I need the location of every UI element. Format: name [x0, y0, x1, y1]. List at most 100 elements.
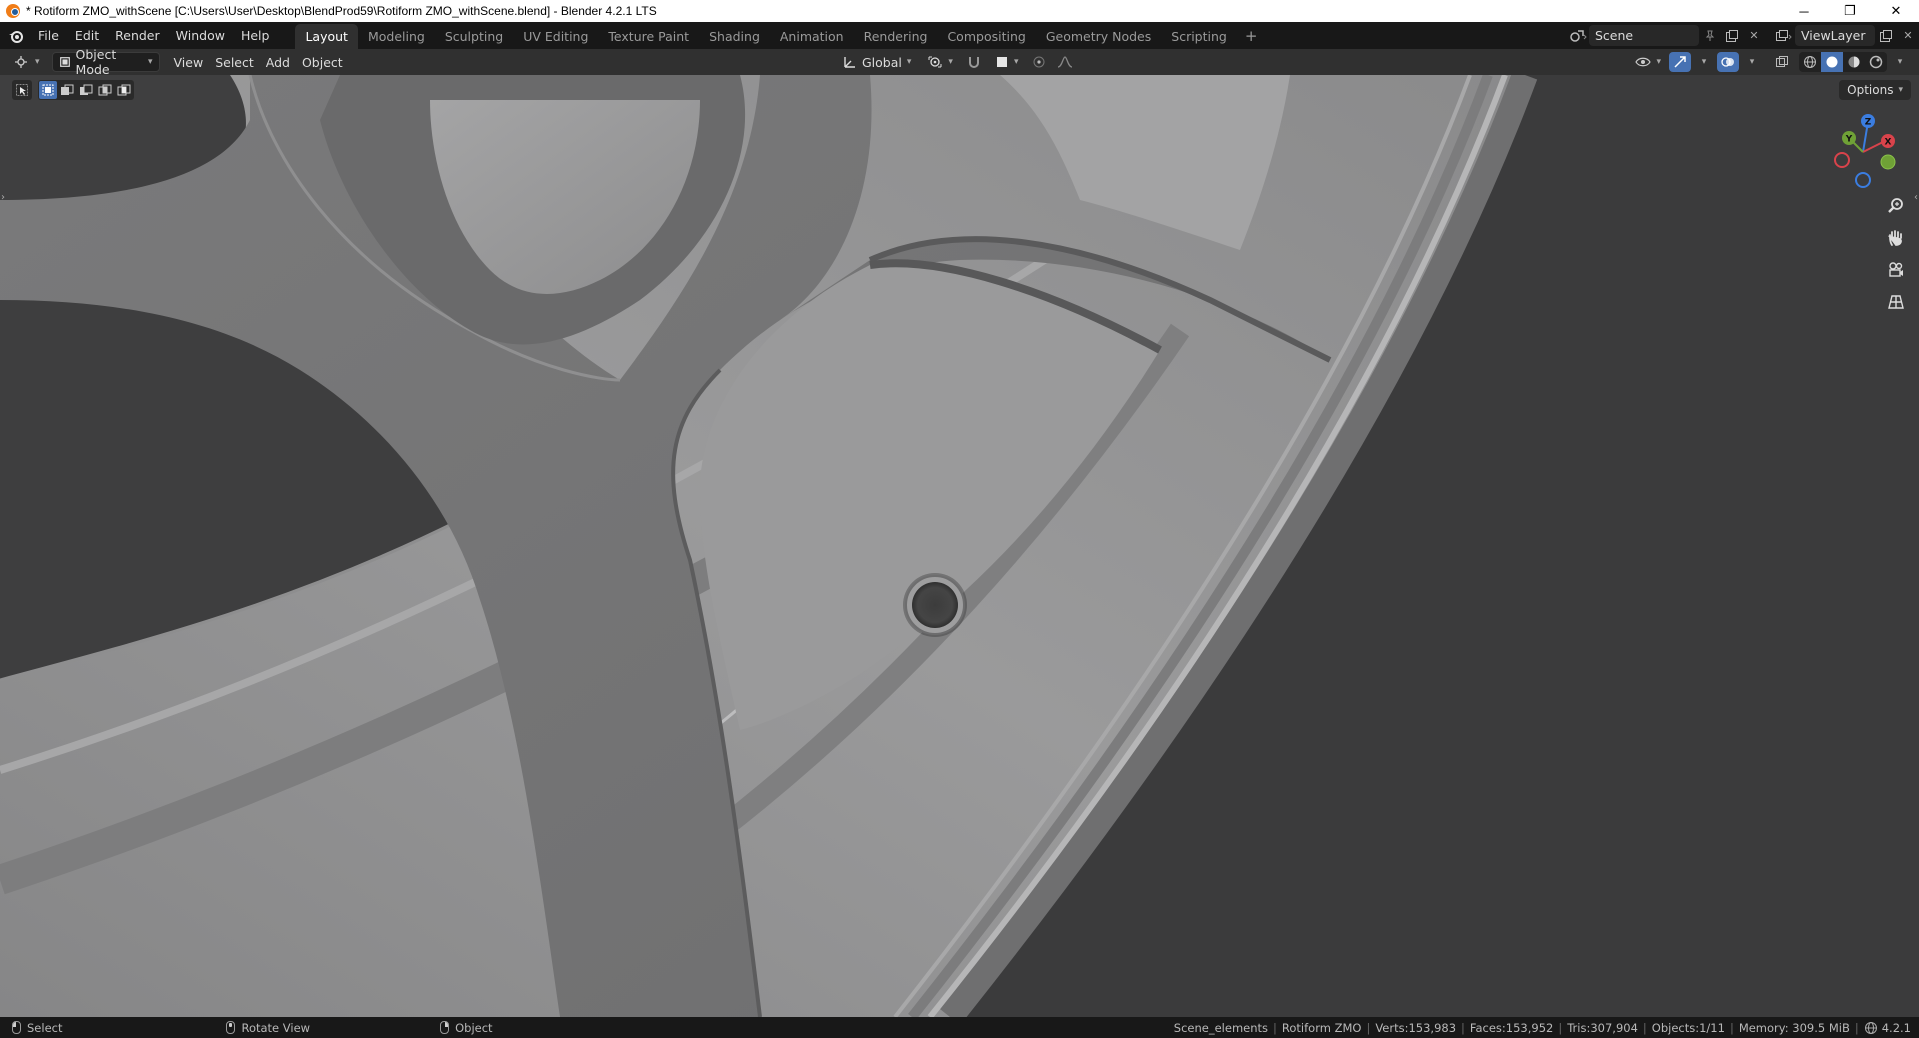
menu-add[interactable]: Add	[260, 52, 296, 72]
tab-rendering[interactable]: Rendering	[854, 24, 938, 49]
snap-toggle-icon[interactable]	[963, 52, 985, 72]
overlays-dropdown[interactable]: ▾	[1741, 52, 1763, 72]
xray-toggle-icon[interactable]	[1771, 52, 1793, 72]
mouse-left-icon	[12, 1021, 21, 1034]
select-new-icon[interactable]	[39, 81, 57, 99]
viewport-navigation-buttons	[1883, 193, 1909, 315]
blender-app-icon	[6, 4, 20, 18]
mouse-right-icon	[440, 1021, 450, 1034]
transform-orientation-dropdown[interactable]: Global ▾	[836, 52, 917, 72]
tab-scripting[interactable]: Scripting	[1161, 24, 1237, 49]
delete-scene-icon[interactable]: ✕	[1743, 25, 1765, 46]
menu-view[interactable]: View	[168, 52, 210, 72]
shading-options-dropdown[interactable]: ▾	[1889, 52, 1911, 72]
selection-mode-group	[38, 80, 134, 100]
tab-compositing[interactable]: Compositing	[937, 24, 1035, 49]
chevron-down-icon: ▾	[35, 57, 40, 67]
zoom-icon[interactable]	[1883, 193, 1909, 219]
stat-objects: Objects:1/11	[1651, 1020, 1725, 1035]
scene-name-field[interactable]: Scene	[1589, 25, 1699, 46]
shading-mode-group	[1799, 52, 1887, 72]
pivot-point-dropdown[interactable]: ▾	[921, 52, 959, 72]
options-dropdown[interactable]: Options ▾	[1839, 80, 1911, 100]
proportional-falloff-icon[interactable]	[1054, 52, 1076, 72]
tab-layout[interactable]: Layout	[295, 24, 358, 49]
object-mode-icon	[59, 57, 70, 67]
tab-modeling[interactable]: Modeling	[358, 24, 435, 49]
menu-select[interactable]: Select	[209, 52, 260, 72]
gizmo-y-label: Y	[1845, 135, 1853, 145]
workspace-tabs: Layout Modeling Sculpting UV Editing Tex…	[295, 22, 1265, 49]
viewport-header: ▾ Object Mode ▾ View Select Add Object G…	[0, 47, 1919, 77]
chevron-down-icon: ▾	[948, 57, 953, 67]
3d-viewport[interactable]: › ‹	[0, 75, 1919, 1017]
tab-sculpting[interactable]: Sculpting	[435, 24, 513, 49]
status-hint-rotate: Rotate View	[226, 1021, 310, 1035]
viewport-display-controls: ▾ ▾ ▾ ▾	[1629, 52, 1911, 72]
show-overlays-toggle-icon[interactable]	[1717, 52, 1739, 72]
show-gizmo-toggle-icon[interactable]	[1669, 52, 1691, 72]
pivot-point-icon	[928, 56, 942, 68]
add-workspace-button[interactable]: +	[1237, 24, 1266, 49]
stat-active-object: Rotiform ZMO	[1281, 1020, 1362, 1035]
toolbar-expand-arrow-icon[interactable]: ›	[1, 192, 5, 203]
rendered-shading-icon[interactable]	[1865, 52, 1887, 72]
select-tool-icon[interactable]	[12, 80, 32, 100]
delete-view-layer-icon[interactable]: ✕	[1897, 25, 1919, 46]
new-scene-icon[interactable]	[1721, 25, 1743, 46]
pin-scene-icon[interactable]	[1699, 25, 1721, 46]
window-title: * Rotiform ZMO_withScene [C:\Users\User\…	[26, 4, 657, 18]
chevron-down-icon: ▾	[906, 57, 912, 67]
pan-hand-icon[interactable]	[1883, 225, 1909, 251]
gizmo-dropdown[interactable]: ▾	[1693, 52, 1715, 72]
tab-texture-paint[interactable]: Texture Paint	[598, 24, 699, 49]
menu-edit[interactable]: Edit	[67, 25, 107, 47]
status-hint-select: Select	[12, 1021, 62, 1035]
stat-memory: Memory: 309.5 MiB	[1738, 1020, 1850, 1035]
proportional-editing-icon[interactable]	[1028, 52, 1050, 72]
gizmo-neg-z[interactable]	[1855, 172, 1871, 188]
chevron-down-icon: ▾	[1898, 85, 1903, 95]
view-layer-field[interactable]: ViewLayer	[1795, 25, 1875, 46]
tab-geometry-nodes[interactable]: Geometry Nodes	[1036, 24, 1161, 49]
object-mode-dropdown[interactable]: Object Mode ▾	[51, 47, 160, 77]
tab-shading[interactable]: Shading	[699, 24, 770, 49]
transform-orientation-label: Global	[862, 54, 902, 70]
scene-name: Scene	[1595, 28, 1634, 43]
gizmo-neg-y[interactable]	[1880, 154, 1896, 170]
select-subtract-icon[interactable]	[77, 81, 95, 99]
minimize-button[interactable]: ─	[1781, 0, 1827, 22]
tab-animation[interactable]: Animation	[770, 24, 854, 49]
menu-render[interactable]: Render	[107, 25, 168, 47]
gizmo-x-label: X	[1885, 138, 1892, 148]
tab-uv-editing[interactable]: UV Editing	[513, 24, 598, 49]
perspective-ortho-grid-icon[interactable]	[1883, 289, 1909, 315]
menu-help[interactable]: Help	[233, 25, 278, 47]
selectability-visibility-dropdown[interactable]: ▾	[1629, 52, 1667, 72]
blender-logo-icon[interactable]	[2, 22, 30, 49]
close-button[interactable]: ✕	[1873, 0, 1919, 22]
stat-tris: Tris:307,904	[1567, 1020, 1638, 1035]
object-mode-label: Object Mode	[75, 47, 117, 77]
gizmo-neg-x[interactable]	[1834, 152, 1850, 168]
material-preview-shading-icon[interactable]	[1843, 52, 1865, 72]
editor-type-button[interactable]: ▾	[8, 52, 46, 72]
status-object-label: Object	[455, 1020, 493, 1035]
navigation-gizmo[interactable]: Z X Y	[1828, 112, 1898, 192]
view-layer-icon[interactable]	[1773, 25, 1795, 46]
snap-target-dropdown[interactable]: ▾	[989, 52, 1025, 72]
menu-window[interactable]: Window	[168, 25, 233, 47]
scene-type-icon[interactable]	[1567, 25, 1589, 46]
select-invert-icon[interactable]	[96, 81, 114, 99]
select-intersect-icon[interactable]	[115, 81, 133, 99]
wireframe-shading-icon[interactable]	[1799, 52, 1821, 72]
select-extend-icon[interactable]	[58, 81, 76, 99]
maximize-button[interactable]: ❐	[1827, 0, 1873, 22]
new-view-layer-icon[interactable]	[1875, 25, 1897, 46]
camera-view-icon[interactable]	[1883, 257, 1909, 283]
solid-shading-icon[interactable]	[1821, 52, 1843, 72]
stat-faces: Faces:153,952	[1469, 1020, 1554, 1035]
menu-file[interactable]: File	[30, 25, 67, 47]
sidebar-expand-arrow-icon[interactable]: ‹	[1914, 192, 1918, 203]
menu-object[interactable]: Object	[296, 52, 349, 72]
